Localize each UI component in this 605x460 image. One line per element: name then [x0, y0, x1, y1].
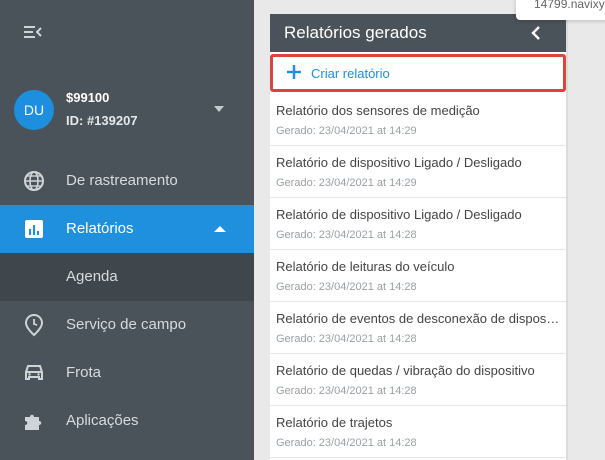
sidebar-item-fleet[interactable]: Frota	[0, 349, 254, 397]
report-date: Gerado: 23/04/2021 at 14:28	[276, 437, 417, 449]
sidebar-item-label: Serviço de campo	[66, 316, 187, 333]
report-date: Gerado: 23/04/2021 at 14:29	[276, 125, 417, 137]
report-list-item[interactable]: Relatório de quedas / vibração do dispos…	[270, 354, 566, 406]
bar-chart-icon	[22, 217, 46, 241]
avatar: DU	[14, 90, 54, 130]
sidebar-item-label: De rastreamento	[66, 172, 178, 189]
sidebar-item-label: Aplicações	[66, 412, 139, 429]
report-date: Gerado: 23/04/2021 at 14:28	[276, 281, 417, 293]
sidebar-item-agenda[interactable]: Agenda	[0, 253, 254, 301]
report-title: Relatório de leituras do veículo	[276, 259, 455, 274]
generated-reports-panel: Relatórios gerados Criar relatório Relat…	[270, 14, 566, 460]
create-report-label: Criar relatório	[311, 66, 390, 81]
report-title: Relatório de trajetos	[276, 415, 393, 430]
location-pin-icon	[22, 313, 46, 337]
chevron-up-icon	[214, 226, 226, 232]
car-icon	[22, 361, 46, 385]
report-list-item[interactable]: Relatório de trajetos Gerado: 23/04/2021…	[270, 406, 566, 458]
user-menu[interactable]: DU $99100 ID: #139207	[0, 78, 254, 142]
report-date: Gerado: 23/04/2021 at 14:28	[276, 229, 417, 241]
report-title: Relatório de dispositivo Ligado / Deslig…	[276, 155, 522, 170]
sidebar-item-field-service[interactable]: Serviço de campo	[0, 301, 254, 349]
report-list-item[interactable]: Relatório de dispositivo Ligado / Deslig…	[270, 146, 566, 198]
report-list-item[interactable]: Relatório dos sensores de medição Gerado…	[270, 94, 566, 146]
sidebar-item-label: Agenda	[66, 268, 118, 285]
report-title: Relatório dos sensores de medição	[276, 103, 480, 118]
report-title: Relatório de eventos de desconexão de di…	[276, 311, 560, 326]
report-list-item[interactable]: Relatório de leituras do veículo Gerado:…	[270, 250, 566, 302]
tooltip-text: 14799.navixy	[534, 0, 605, 11]
sidebar-item-applications[interactable]: Aplicações	[0, 397, 254, 445]
chevron-down-icon[interactable]	[214, 106, 224, 112]
chevron-left-icon[interactable]	[528, 25, 544, 41]
create-report-button[interactable]: Criar relatório	[270, 54, 566, 92]
tooltip: 14799.navixy	[516, 0, 605, 20]
globe-icon	[22, 169, 46, 193]
sidebar-item-tracking[interactable]: De rastreamento	[0, 157, 254, 205]
collapse-menu-icon[interactable]	[24, 24, 44, 40]
report-title: Relatório de dispositivo Ligado / Deslig…	[276, 207, 522, 222]
report-title: Relatório de quedas / vibração do dispos…	[276, 363, 535, 378]
sidebar-item-reports[interactable]: Relatórios	[0, 205, 254, 253]
report-list-item[interactable]: Relatório de eventos de desconexão de di…	[270, 302, 566, 354]
report-date: Gerado: 23/04/2021 at 14:29	[276, 177, 417, 189]
puzzle-icon	[22, 409, 46, 433]
plus-icon	[287, 65, 301, 79]
scrollbar[interactable]	[566, 14, 568, 460]
report-date: Gerado: 23/04/2021 at 14:28	[276, 333, 417, 345]
sidebar-item-label: Frota	[66, 364, 102, 381]
user-name: $99100	[66, 90, 110, 105]
sidebar: DU $99100 ID: #139207 De rastreamento Re…	[0, 0, 254, 460]
user-id: ID: #139207	[66, 113, 138, 128]
panel-title: Relatórios gerados	[284, 23, 427, 42]
report-list-item[interactable]: Relatório de dispositivo Ligado / Deslig…	[270, 198, 566, 250]
report-date: Gerado: 23/04/2021 at 14:28	[276, 385, 417, 397]
sidebar-item-label: Relatórios	[66, 220, 134, 237]
